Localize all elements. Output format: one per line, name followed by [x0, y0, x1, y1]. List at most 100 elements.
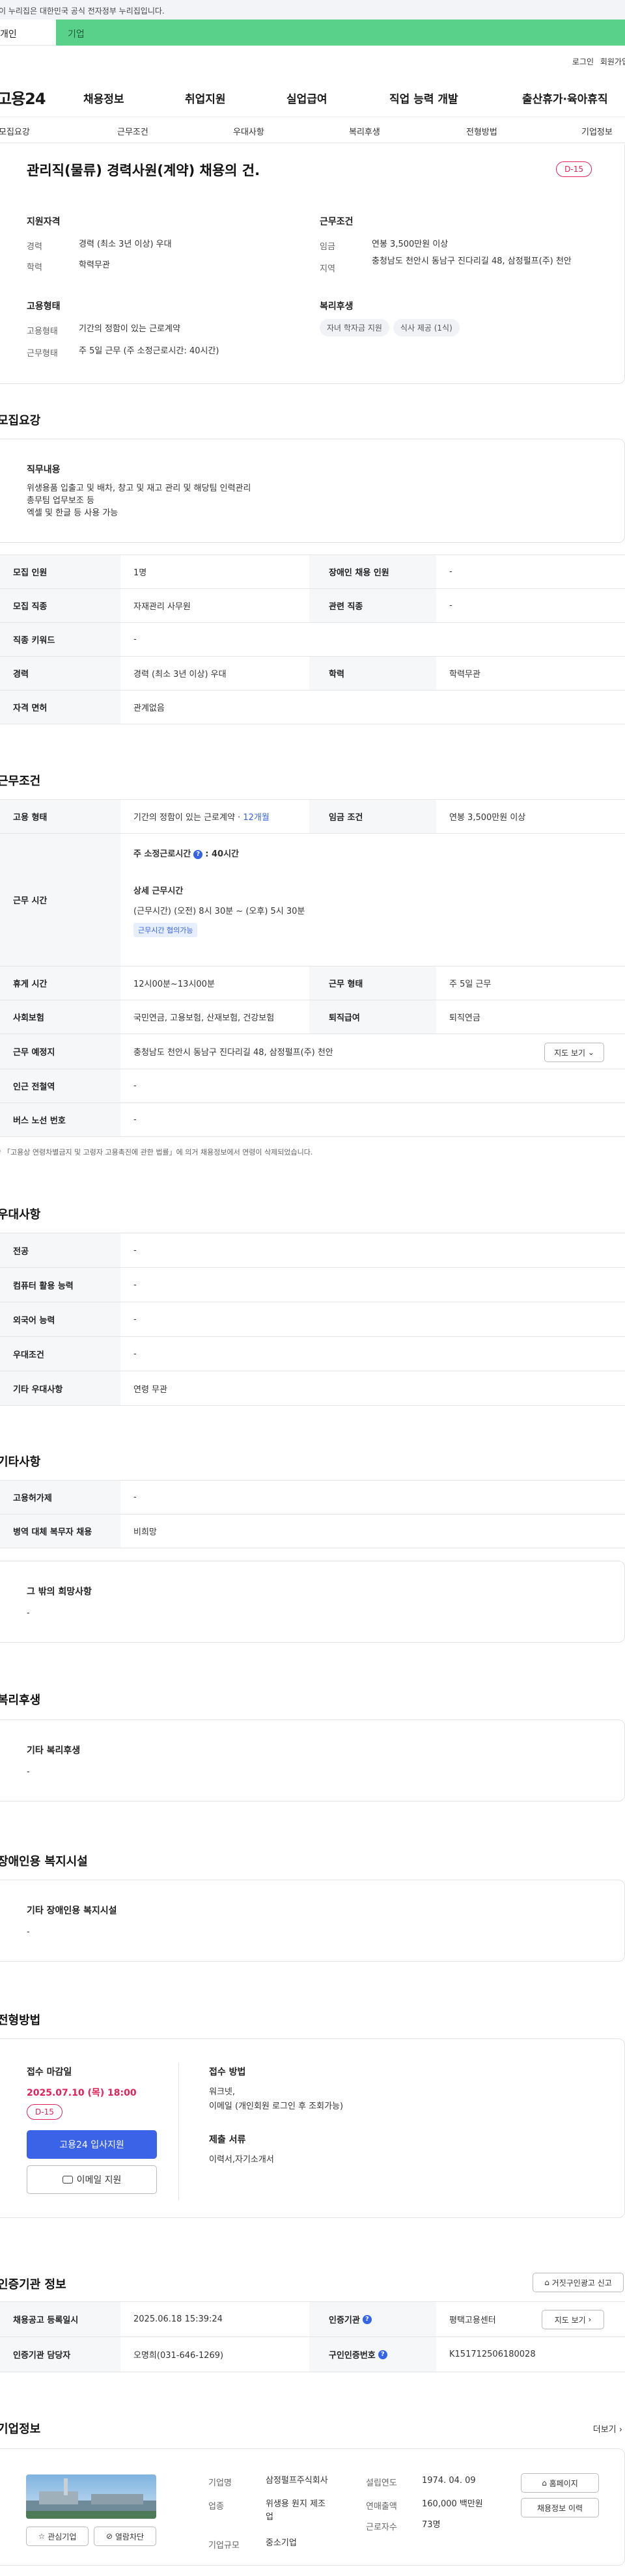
table-row: 근무 시간 주 소정근로시간?: 40시간 상세 근무시간 (근무시간) (오전…	[0, 834, 625, 966]
anchor-process[interactable]: 전형방법	[466, 125, 497, 137]
summary-area-value: 충청남도 천안시 동남구 진다리길 48, 삼정펄프(주) 천안	[372, 256, 572, 266]
cell-value: -	[449, 601, 452, 610]
agency-label: 인증기관	[329, 2316, 360, 2325]
cell-header: 근무 형태	[309, 966, 436, 1000]
anchor-work[interactable]: 근무조건	[117, 125, 148, 137]
disabled-box: 기타 장애인용 복지시설 -	[0, 1880, 625, 1962]
table-row: 컴퓨터 활용 능력 -	[0, 1268, 625, 1302]
email-apply-button[interactable]: 이메일 지원	[27, 2165, 157, 2194]
hours-negotiable-badge: 근무시간 협의가능	[133, 923, 198, 937]
summary-wage-value: 연봉 3,500만원 이상	[372, 240, 449, 249]
gov-banner-text: 이 누리집은 대한민국 공식 전자정부 누리집입니다.	[0, 7, 165, 16]
company-industry-value-cont: 업	[266, 2512, 273, 2522]
job-title: 관리직(물류) 경력사원(계약) 채용의 건.	[27, 163, 260, 178]
table-row: 고용 형태 기간의 정함이 있는 근로계약 · 12개월 임금 조건 연봉 3,…	[0, 800, 625, 834]
gnb-employment-support[interactable]: 취업지원	[185, 90, 226, 106]
cell-value: 충청남도 천안시 동남구 진다리길 48, 삼정펄프(주) 천안 지도 보기 ⌄	[120, 1034, 625, 1069]
table-row: 인근 전철역 -	[0, 1069, 625, 1103]
tab-person[interactable]: 개인	[0, 20, 56, 46]
summary-edu-value: 학력무관	[79, 260, 110, 270]
chevron-right-icon: ›	[618, 2425, 622, 2435]
section-anchor-nav: 모집요강 근무조건 우대사항 복리후생 전형방법 기업정보	[0, 117, 625, 143]
anchor-company[interactable]: 기업정보	[581, 125, 613, 137]
agency-map-button[interactable]: 지도 보기 ›	[542, 2310, 604, 2329]
process-box: 접수 마감일 2025.07.10 (목) 18:00 D-15 고용24 입사…	[0, 2038, 625, 2218]
recruit-table: 모집 인원 1명 장애인 채용 인원 - 모집 직종 자재관리 사무원 관련 직…	[0, 555, 625, 724]
table-row: 모집 직종 자재관리 사무원 관련 직종 -	[0, 589, 625, 623]
apply-button[interactable]: 고용24 입사지원	[27, 2130, 157, 2159]
other-wish-box: 그 밖의 희망사항 -	[0, 1561, 625, 1643]
cell-value: 경력 (최소 3년 이상) 우대	[133, 670, 227, 679]
cell-header: 인증기관?	[309, 2302, 436, 2336]
company-sales-label: 연매출액	[366, 2502, 397, 2512]
summary-wage-label: 임금	[320, 242, 335, 252]
gnb-unemployment-benefit[interactable]: 실업급여	[286, 90, 327, 106]
summary-qual-heading: 지원자격	[27, 217, 61, 227]
work-heading: 근무조건	[0, 774, 41, 788]
map-button[interactable]: 지도 보기 ⌄	[544, 1043, 604, 1062]
cell-value: 퇴직연금	[449, 1013, 480, 1023]
block-icon: ⊘	[105, 2532, 113, 2541]
company-name-value: 삼정펄프주식회사	[266, 2476, 328, 2486]
anchor-pref[interactable]: 우대사항	[233, 125, 264, 137]
cell-header: 직종 키워드	[0, 623, 120, 656]
dday-badge: D-15	[27, 2104, 62, 2120]
help-icon[interactable]: ?	[378, 2350, 387, 2359]
etc-table: 고용허가제 - 병역 대체 복무자 채용 비희망	[0, 1480, 625, 1548]
anchor-recruit[interactable]: 모집요강	[0, 125, 30, 137]
gnb-jobs[interactable]: 채용정보	[83, 90, 124, 106]
table-row: 자격 면허 관계없음	[0, 691, 625, 724]
fav-company-button[interactable]: ☆ 관심기업	[26, 2527, 89, 2546]
gnb-parental-leave[interactable]: 출산휴가·육아휴직	[522, 90, 608, 106]
join-link[interactable]: 회원가입	[600, 56, 625, 67]
help-icon[interactable]: ?	[193, 849, 203, 859]
welfare-chip: 식사 제공 (1식)	[393, 319, 460, 336]
cell-value: 자재관리 사무원	[133, 602, 191, 612]
block-company-button[interactable]: ⊘ 열람차단	[94, 2527, 156, 2546]
anchor-welfare[interactable]: 복리후생	[349, 125, 380, 137]
homepage-button[interactable]: ⌂ 홈페이지	[521, 2473, 599, 2493]
cell-value: -	[133, 635, 137, 644]
gov-banner: 이 누리집은 대한민국 공식 전자정부 누리집입니다.	[0, 0, 625, 20]
site-logo[interactable]: 고용24	[0, 86, 46, 109]
dday-badge: D-15	[556, 161, 592, 177]
duty-title: 직무내용	[27, 465, 61, 475]
table-row: 전공 -	[0, 1233, 625, 1268]
util-links: 로그인 회원가입	[0, 46, 625, 72]
welfare-chips: 자녀 학자금 지원 식사 제공 (1식)	[320, 319, 464, 336]
cell-header: 인증기관 담당자	[0, 2337, 120, 2372]
cell-value: 기간의 정함이 있는 근로계약 · 12개월	[120, 800, 309, 833]
deadline-title: 접수 마감일	[27, 2067, 72, 2077]
disabled-value: -	[27, 1927, 30, 1937]
cell-header: 관련 직종	[309, 589, 436, 622]
cell-value: -	[133, 1245, 137, 1255]
email-apply-label: 이메일 지원	[76, 2175, 122, 2185]
cell-header: 병역 대체 복무자 채용	[0, 1514, 120, 1548]
summary-emptype-label: 고용형태	[27, 327, 58, 336]
cell-header: 자격 면허	[0, 691, 120, 724]
table-row: 채용공고 등록일시 2025.06.18 15:39:24 인증기관? 평택고용…	[0, 2302, 625, 2337]
duty-line: 엑셀 및 한글 등 사용 가능	[27, 508, 118, 518]
home-icon: ⌂	[542, 2478, 547, 2487]
company-size-label: 기업규모	[208, 2541, 240, 2551]
help-icon[interactable]: ?	[362, 2314, 372, 2324]
company-more-link[interactable]: 더보기 ›	[593, 2422, 622, 2435]
gnb-job-training[interactable]: 직업 능력 개발	[389, 90, 458, 106]
tab-biz[interactable]: 기업	[56, 20, 625, 46]
cell-value: -	[133, 1280, 137, 1290]
recruit-history-button[interactable]: 채용정보 이력	[521, 2498, 599, 2517]
cell-value: -	[133, 1349, 137, 1359]
report-false-ad-button[interactable]: ⌂ 거짓구인광고 신고	[533, 2273, 624, 2292]
chevron-down-icon: ⌄	[587, 1048, 594, 1057]
cell-header: 경력	[0, 657, 120, 690]
login-link[interactable]: 로그인	[572, 56, 594, 67]
table-row: 경력 경력 (최소 3년 이상) 우대 학력 학력무관	[0, 657, 625, 691]
agency-table: 채용공고 등록일시 2025.06.18 15:39:24 인증기관? 평택고용…	[0, 2301, 625, 2372]
other-wish-title: 그 밖의 희망사항	[27, 1587, 92, 1597]
summary-emp-heading: 고용형태	[27, 301, 61, 312]
cell-value: -	[133, 1492, 137, 1502]
page: 이 누리집은 대한민국 공식 전자정부 누리집입니다. 개인 기업 로그인 회원…	[0, 0, 625, 2576]
duty-box: 직무내용 위생용품 입출고 및 배차, 창고 및 재고 관리 및 해당팀 인력관…	[0, 439, 625, 543]
process-heading: 전형방법	[0, 2014, 41, 2027]
table-row: 버스 노선 번호 -	[0, 1103, 625, 1137]
